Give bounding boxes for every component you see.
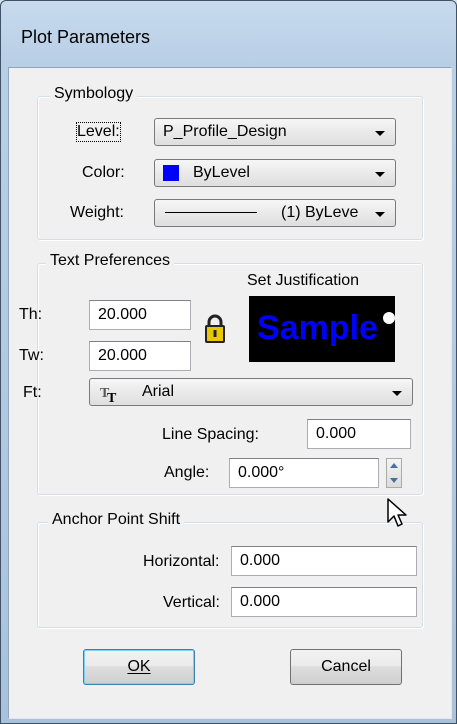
text-height-value: 20.000 <box>98 306 147 323</box>
symbology-legend: Symbology <box>50 85 138 103</box>
color-label: Color: <box>82 164 125 181</box>
justification-sample[interactable]: Sample <box>249 296 395 362</box>
window-title: Plot Parameters <box>21 27 151 47</box>
angle-value: 0.000° <box>238 464 285 481</box>
ok-button[interactable]: OK <box>83 649 195 685</box>
chevron-down-icon <box>392 391 402 396</box>
dialog-client: Symbology Level: P_Profile_Design Color:… <box>8 67 452 719</box>
spin-up-icon[interactable] <box>387 459 401 473</box>
weight-label: Weight: <box>70 204 124 221</box>
anchor-point-shift-legend: Anchor Point Shift <box>48 511 185 529</box>
cancel-button[interactable]: Cancel <box>290 649 402 685</box>
chevron-down-icon <box>375 212 385 217</box>
plot-parameters-window: Plot Parameters Symbology Level: P_Profi… <box>0 0 457 724</box>
text-width-field[interactable]: 20.000 <box>89 341 191 371</box>
color-dropdown[interactable]: ByLevel <box>154 159 396 187</box>
font-dropdown[interactable]: T T Arial <box>89 378 413 406</box>
chevron-down-icon <box>375 172 385 177</box>
text-height-field[interactable]: 20.000 <box>89 300 191 330</box>
justification-point[interactable] <box>383 312 395 324</box>
angle-field[interactable]: 0.000° <box>229 458 379 488</box>
mouse-cursor-icon <box>387 498 407 527</box>
horizontal-label: Horizontal: <box>143 553 220 570</box>
vertical-value: 0.000 <box>240 593 281 610</box>
text-preferences-legend: Text Preferences <box>46 252 175 270</box>
th-label: Th: <box>19 306 43 323</box>
line-spacing-label: Line Spacing: <box>162 426 259 443</box>
level-dropdown[interactable]: P_Profile_Design <box>154 118 396 146</box>
spin-down-icon[interactable] <box>387 473 401 487</box>
weight-dropdown[interactable]: (1) ByLeve <box>154 199 396 227</box>
ft-label: Ft: <box>23 384 42 401</box>
level-label: Level: <box>76 122 121 142</box>
text-width-value: 20.000 <box>98 347 147 364</box>
cancel-button-label: Cancel <box>321 658 371 675</box>
tw-label: Tw: <box>19 347 44 364</box>
horizontal-field[interactable]: 0.000 <box>231 546 417 576</box>
angle-label: Angle: <box>164 464 210 481</box>
level-value: P_Profile_Design <box>163 123 287 140</box>
truetype-font-icon: T T <box>100 386 117 403</box>
line-spacing-field[interactable]: 0.000 <box>307 419 411 449</box>
vertical-field[interactable]: 0.000 <box>231 587 417 617</box>
color-value: ByLevel <box>193 164 250 181</box>
svg-text:T: T <box>107 391 117 403</box>
horizontal-value: 0.000 <box>240 552 281 569</box>
line-weight-sample <box>165 212 257 213</box>
chevron-down-icon <box>375 131 385 136</box>
vertical-label: Vertical: <box>163 594 220 611</box>
color-swatch <box>163 165 179 181</box>
angle-spinner[interactable] <box>386 458 402 488</box>
set-justification-label: Set Justification <box>247 272 360 289</box>
font-value: Arial <box>142 383 175 400</box>
ok-button-label: OK <box>127 658 151 675</box>
line-spacing-value: 0.000 <box>316 425 357 442</box>
weight-value: (1) ByLeve <box>281 204 359 221</box>
title-bar[interactable]: Plot Parameters <box>1 1 456 67</box>
lock-icon[interactable] <box>204 314 226 344</box>
sample-text: Sample <box>257 309 378 347</box>
